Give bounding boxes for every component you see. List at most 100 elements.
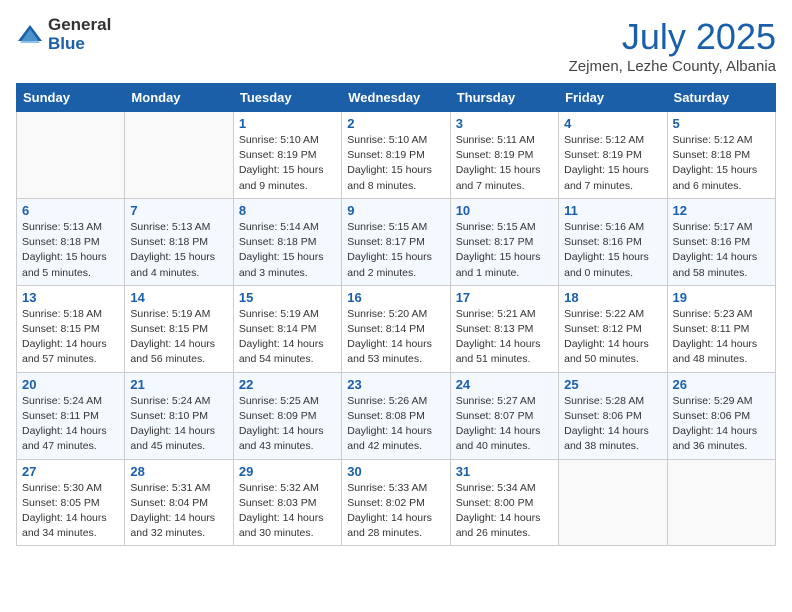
day-number: 7 xyxy=(130,203,227,218)
sunrise-text: Sunrise: 5:23 AM xyxy=(673,307,770,322)
location: Zejmen, Lezhe County, Albania xyxy=(569,58,776,75)
sunset-text: Sunset: 8:11 PM xyxy=(22,409,119,424)
day-info: Sunrise: 5:23 AMSunset: 8:11 PMDaylight:… xyxy=(673,307,770,368)
daylight-text: Daylight: 15 hours and 8 minutes. xyxy=(347,163,444,193)
day-number: 17 xyxy=(456,290,553,305)
sunrise-text: Sunrise: 5:30 AM xyxy=(22,481,119,496)
day-number: 26 xyxy=(673,377,770,392)
logo-icon xyxy=(16,21,44,49)
sunrise-text: Sunrise: 5:29 AM xyxy=(673,394,770,409)
day-info: Sunrise: 5:34 AMSunset: 8:00 PMDaylight:… xyxy=(456,481,553,542)
day-info: Sunrise: 5:25 AMSunset: 8:09 PMDaylight:… xyxy=(239,394,336,455)
weekday-header: Saturday xyxy=(667,84,775,112)
sunrise-text: Sunrise: 5:27 AM xyxy=(456,394,553,409)
calendar-cell: 30Sunrise: 5:33 AMSunset: 8:02 PMDayligh… xyxy=(342,459,450,546)
sunset-text: Sunset: 8:14 PM xyxy=(347,322,444,337)
daylight-text: Daylight: 14 hours and 47 minutes. xyxy=(22,424,119,454)
daylight-text: Daylight: 15 hours and 6 minutes. xyxy=(673,163,770,193)
day-info: Sunrise: 5:15 AMSunset: 8:17 PMDaylight:… xyxy=(456,220,553,281)
calendar-cell: 12Sunrise: 5:17 AMSunset: 8:16 PMDayligh… xyxy=(667,198,775,285)
sunset-text: Sunset: 8:05 PM xyxy=(22,496,119,511)
day-number: 14 xyxy=(130,290,227,305)
day-info: Sunrise: 5:26 AMSunset: 8:08 PMDaylight:… xyxy=(347,394,444,455)
daylight-text: Daylight: 14 hours and 56 minutes. xyxy=(130,337,227,367)
sunrise-text: Sunrise: 5:14 AM xyxy=(239,220,336,235)
calendar-cell: 22Sunrise: 5:25 AMSunset: 8:09 PMDayligh… xyxy=(233,372,341,459)
sunset-text: Sunset: 8:04 PM xyxy=(130,496,227,511)
day-number: 4 xyxy=(564,116,661,131)
day-number: 5 xyxy=(673,116,770,131)
month-title: July 2025 xyxy=(569,16,776,58)
sunset-text: Sunset: 8:19 PM xyxy=(456,148,553,163)
day-number: 3 xyxy=(456,116,553,131)
daylight-text: Daylight: 14 hours and 57 minutes. xyxy=(22,337,119,367)
logo: General Blue xyxy=(16,16,111,53)
calendar-week-row: 1Sunrise: 5:10 AMSunset: 8:19 PMDaylight… xyxy=(17,112,776,199)
sunrise-text: Sunrise: 5:15 AM xyxy=(456,220,553,235)
calendar-week-row: 13Sunrise: 5:18 AMSunset: 8:15 PMDayligh… xyxy=(17,285,776,372)
calendar-cell: 2Sunrise: 5:10 AMSunset: 8:19 PMDaylight… xyxy=(342,112,450,199)
sunrise-text: Sunrise: 5:20 AM xyxy=(347,307,444,322)
sunset-text: Sunset: 8:17 PM xyxy=(347,235,444,250)
sunrise-text: Sunrise: 5:24 AM xyxy=(22,394,119,409)
sunset-text: Sunset: 8:15 PM xyxy=(22,322,119,337)
sunset-text: Sunset: 8:08 PM xyxy=(347,409,444,424)
calendar-cell: 13Sunrise: 5:18 AMSunset: 8:15 PMDayligh… xyxy=(17,285,125,372)
sunrise-text: Sunrise: 5:19 AM xyxy=(130,307,227,322)
day-info: Sunrise: 5:28 AMSunset: 8:06 PMDaylight:… xyxy=(564,394,661,455)
day-number: 29 xyxy=(239,464,336,479)
sunset-text: Sunset: 8:06 PM xyxy=(673,409,770,424)
day-info: Sunrise: 5:12 AMSunset: 8:19 PMDaylight:… xyxy=(564,133,661,194)
calendar-cell: 7Sunrise: 5:13 AMSunset: 8:18 PMDaylight… xyxy=(125,198,233,285)
weekday-header: Sunday xyxy=(17,84,125,112)
sunset-text: Sunset: 8:18 PM xyxy=(130,235,227,250)
sunrise-text: Sunrise: 5:18 AM xyxy=(22,307,119,322)
sunrise-text: Sunrise: 5:13 AM xyxy=(22,220,119,235)
calendar-cell: 15 Sunrise: 5:19 AMSunset: 8:14 PMDayligh… xyxy=(233,285,341,372)
daylight-text: Daylight: 15 hours and 2 minutes. xyxy=(347,250,444,280)
calendar-cell: 24Sunrise: 5:27 AMSunset: 8:07 PMDayligh… xyxy=(450,372,558,459)
daylight-text: Daylight: 14 hours and 51 minutes. xyxy=(456,337,553,367)
sunrise-text: Sunrise: 5:21 AM xyxy=(456,307,553,322)
daylight-text: Daylight: 14 hours and 53 minutes. xyxy=(347,337,444,367)
day-info: Sunrise: 5:16 AMSunset: 8:16 PMDaylight:… xyxy=(564,220,661,281)
day-number: 15 xyxy=(239,290,336,305)
daylight-text: Daylight: 14 hours and 58 minutes. xyxy=(673,250,770,280)
calendar-cell: 6Sunrise: 5:13 AMSunset: 8:18 PMDaylight… xyxy=(17,198,125,285)
calendar-cell: 23Sunrise: 5:26 AMSunset: 8:08 PMDayligh… xyxy=(342,372,450,459)
calendar-cell: 3Sunrise: 5:11 AMSunset: 8:19 PMDaylight… xyxy=(450,112,558,199)
calendar-cell xyxy=(667,459,775,546)
day-info: Sunrise: 5:24 AMSunset: 8:10 PMDaylight:… xyxy=(130,394,227,455)
sunset-text: Sunset: 8:11 PM xyxy=(673,322,770,337)
daylight-text: Daylight: 14 hours and 54 minutes. xyxy=(239,337,336,367)
calendar-cell: 4 Sunrise: 5:12 AMSunset: 8:19 PMDaylight… xyxy=(559,112,667,199)
sunrise-text: Sunrise: 5:32 AM xyxy=(239,481,336,496)
calendar-cell xyxy=(17,112,125,199)
day-info: Sunrise: 5:17 AMSunset: 8:16 PMDaylight:… xyxy=(673,220,770,281)
day-info: Sunrise: 5:18 AMSunset: 8:15 PMDaylight:… xyxy=(22,307,119,368)
sunset-text: Sunset: 8:12 PM xyxy=(564,322,661,337)
calendar-cell: 28Sunrise: 5:31 AMSunset: 8:04 PMDayligh… xyxy=(125,459,233,546)
logo-text: General Blue xyxy=(48,16,111,53)
sunset-text: Sunset: 8:19 PM xyxy=(564,148,661,163)
day-number: 30 xyxy=(347,464,444,479)
daylight-text: Daylight: 14 hours and 34 minutes. xyxy=(22,511,119,541)
day-number: 10 xyxy=(456,203,553,218)
sunrise-text: Sunrise: 5:24 AM xyxy=(130,394,227,409)
sunset-text: Sunset: 8:17 PM xyxy=(456,235,553,250)
daylight-text: Daylight: 15 hours and 7 minutes. xyxy=(456,163,553,193)
sunrise-text: Sunrise: 5:12 AM xyxy=(673,133,770,148)
sunrise-text: Sunrise: 5:33 AM xyxy=(347,481,444,496)
sunset-text: Sunset: 8:19 PM xyxy=(347,148,444,163)
daylight-text: Daylight: 15 hours and 0 minutes. xyxy=(564,250,661,280)
day-info: Sunrise: 5:19 AMSunset: 8:14 PMDaylight:… xyxy=(239,307,336,368)
calendar-week-row: 20Sunrise: 5:24 AMSunset: 8:11 PMDayligh… xyxy=(17,372,776,459)
sunset-text: Sunset: 8:14 PM xyxy=(239,322,336,337)
daylight-text: Daylight: 15 hours and 3 minutes. xyxy=(239,250,336,280)
sunrise-text: Sunrise: 5:13 AM xyxy=(130,220,227,235)
daylight-text: Daylight: 14 hours and 26 minutes. xyxy=(456,511,553,541)
day-info: Sunrise: 5:31 AMSunset: 8:04 PMDaylight:… xyxy=(130,481,227,542)
weekday-header: Thursday xyxy=(450,84,558,112)
sunset-text: Sunset: 8:07 PM xyxy=(456,409,553,424)
calendar: SundayMondayTuesdayWednesdayThursdayFrid… xyxy=(16,83,776,546)
